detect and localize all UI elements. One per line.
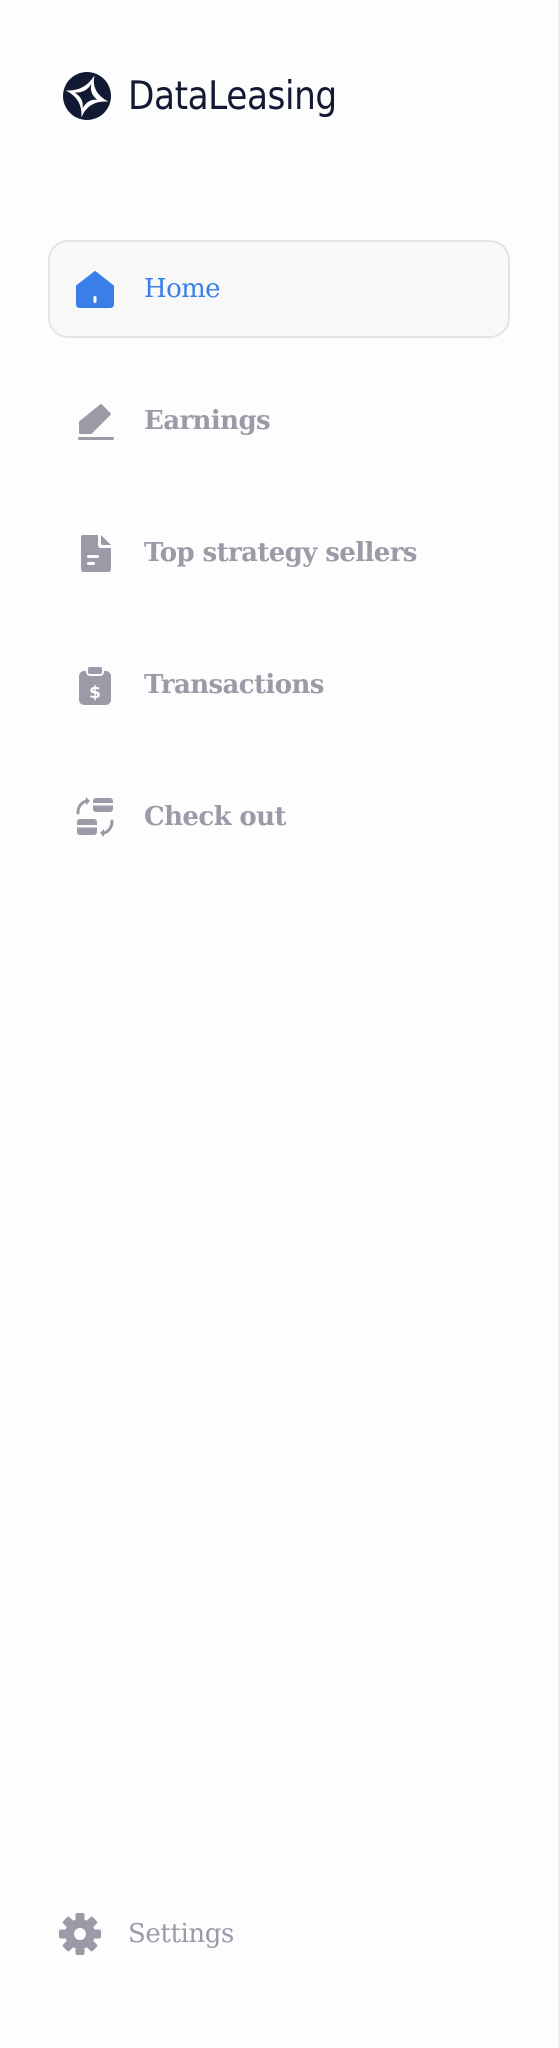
nav-item-top-strategy-sellers[interactable]: Top strategy sellers xyxy=(48,504,510,602)
nav-item-earnings[interactable]: Earnings xyxy=(48,372,510,470)
document-icon xyxy=(74,532,116,574)
clipboard-dollar-icon: $ xyxy=(74,664,116,706)
card-exchange-icon xyxy=(74,796,116,838)
pencil-icon xyxy=(74,400,116,442)
brand-logo[interactable]: DataLeasing xyxy=(62,69,365,123)
settings-link[interactable]: Settings xyxy=(58,1910,234,1958)
main-nav: Home Earnings Top strategy sellers $ Tra… xyxy=(48,240,510,900)
settings-label: Settings xyxy=(128,1919,234,1949)
gear-icon xyxy=(59,1913,101,1955)
nav-item-transactions[interactable]: $ Transactions xyxy=(48,636,510,734)
home-icon xyxy=(74,268,116,310)
sidebar: DataLeasing Home Earnings Top strategy s… xyxy=(0,0,560,2048)
nav-label-top-strategy-sellers: Top strategy sellers xyxy=(144,538,417,568)
nav-item-home[interactable]: Home xyxy=(48,240,510,338)
nav-item-check-out[interactable]: Check out xyxy=(48,768,510,866)
nav-label-check-out: Check out xyxy=(144,802,287,832)
nav-label-earnings: Earnings xyxy=(144,406,271,436)
nav-label-home: Home xyxy=(144,274,221,304)
svg-text:$: $ xyxy=(89,683,101,703)
brand-name: DataLeasing xyxy=(128,73,337,119)
star-burst-logo-icon xyxy=(63,72,111,120)
nav-label-transactions: Transactions xyxy=(144,670,324,700)
